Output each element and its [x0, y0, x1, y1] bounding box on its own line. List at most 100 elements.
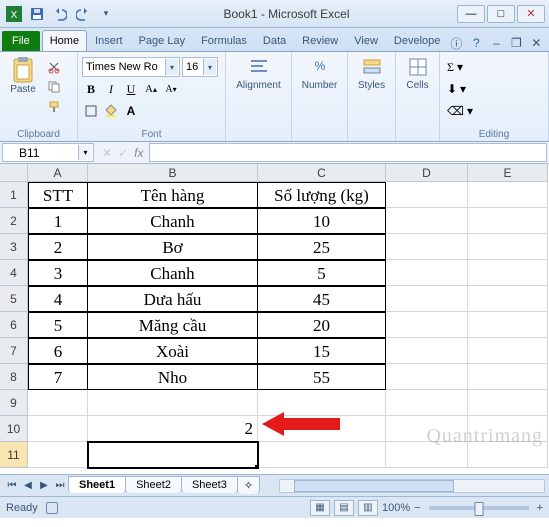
cell[interactable]: 1: [28, 208, 88, 234]
fill-color-icon[interactable]: [102, 101, 120, 121]
col-head-d[interactable]: D: [386, 164, 468, 182]
tab-developer[interactable]: Develope: [386, 30, 448, 51]
horizontal-scrollbar[interactable]: [279, 479, 545, 493]
cell[interactable]: 25: [258, 234, 386, 260]
cell[interactable]: 20: [258, 312, 386, 338]
close-button[interactable]: ✕: [517, 5, 545, 23]
clear-icon[interactable]: ⌫ ▾: [446, 101, 474, 121]
cell[interactable]: Số lượng (kg): [258, 182, 386, 208]
cells-icon[interactable]: [407, 56, 429, 78]
sheet-tab-3[interactable]: Sheet3: [181, 476, 238, 493]
cell[interactable]: Chanh: [88, 208, 258, 234]
tab-insert[interactable]: Insert: [87, 30, 131, 51]
qat-customize-icon[interactable]: ▾: [96, 4, 116, 24]
workbook-restore-icon[interactable]: ❐: [508, 35, 524, 51]
cell[interactable]: [468, 234, 548, 260]
normal-view-icon[interactable]: ▦: [310, 500, 330, 516]
undo-icon[interactable]: [50, 4, 70, 24]
cell[interactable]: [386, 312, 468, 338]
row-head[interactable]: 5: [0, 286, 28, 312]
bold-button[interactable]: B: [82, 79, 100, 99]
zoom-slider[interactable]: [429, 506, 529, 510]
cell[interactable]: 45: [258, 286, 386, 312]
sheet-tab-1[interactable]: Sheet1: [68, 476, 126, 493]
maximize-button[interactable]: □: [487, 5, 515, 23]
redo-icon[interactable]: [73, 4, 93, 24]
cut-icon[interactable]: [45, 58, 63, 76]
autosum-icon[interactable]: Σ ▾: [446, 57, 464, 77]
font-size-combo[interactable]: 16▾: [182, 57, 218, 77]
cell[interactable]: [386, 286, 468, 312]
sheet-nav-next-icon[interactable]: ▶: [36, 478, 52, 494]
cancel-formula-icon[interactable]: ✕: [102, 146, 112, 160]
cell[interactable]: Tên hàng: [88, 182, 258, 208]
alignment-icon[interactable]: [248, 56, 270, 78]
row-head[interactable]: 7: [0, 338, 28, 364]
cell[interactable]: [468, 208, 548, 234]
row-head[interactable]: 4: [0, 260, 28, 286]
page-break-view-icon[interactable]: ▥: [358, 500, 378, 516]
row-head[interactable]: 3: [0, 234, 28, 260]
styles-icon[interactable]: [361, 56, 383, 78]
cell[interactable]: [386, 364, 468, 390]
number-icon[interactable]: %: [309, 56, 331, 78]
zoom-level[interactable]: 100%: [382, 502, 410, 514]
sheet-nav-prev-icon[interactable]: ◀: [20, 478, 36, 494]
cell[interactable]: [468, 260, 548, 286]
cell[interactable]: 2: [28, 234, 88, 260]
page-layout-view-icon[interactable]: ▤: [334, 500, 354, 516]
cell[interactable]: Nho: [88, 364, 258, 390]
cell[interactable]: [88, 390, 258, 416]
cell[interactable]: 5: [258, 260, 386, 286]
cell[interactable]: 10: [258, 208, 386, 234]
font-color-icon[interactable]: A: [122, 101, 140, 121]
cell-b10[interactable]: 2: [88, 416, 258, 442]
cell[interactable]: [468, 312, 548, 338]
border-icon[interactable]: [82, 101, 100, 121]
copy-icon[interactable]: [45, 78, 63, 96]
cell[interactable]: 3: [28, 260, 88, 286]
cell[interactable]: Xoài: [88, 338, 258, 364]
paste-button[interactable]: Paste: [4, 54, 42, 95]
cell[interactable]: STT: [28, 182, 88, 208]
zoom-in-icon[interactable]: +: [537, 502, 543, 514]
col-head-a[interactable]: A: [28, 164, 88, 182]
cell[interactable]: [468, 442, 548, 468]
select-all-corner[interactable]: [0, 164, 28, 182]
cell[interactable]: [468, 390, 548, 416]
cell[interactable]: Bơ: [88, 234, 258, 260]
font-name-combo[interactable]: Times New Ro▾: [82, 57, 180, 77]
cell[interactable]: [468, 286, 548, 312]
row-head[interactable]: 2: [0, 208, 28, 234]
help-icon[interactable]: ?: [468, 35, 484, 51]
minimize-button[interactable]: —: [457, 5, 485, 23]
fx-icon[interactable]: fx: [134, 146, 143, 160]
macro-record-icon[interactable]: [46, 502, 58, 514]
cell[interactable]: [386, 338, 468, 364]
row-head[interactable]: 1: [0, 182, 28, 208]
new-sheet-icon[interactable]: ✧: [237, 476, 260, 494]
cell[interactable]: [468, 364, 548, 390]
cell[interactable]: 6: [28, 338, 88, 364]
cell[interactable]: 5: [28, 312, 88, 338]
col-head-e[interactable]: E: [468, 164, 548, 182]
cell[interactable]: [386, 390, 468, 416]
row-head[interactable]: 11: [0, 442, 28, 468]
cell[interactable]: [28, 442, 88, 468]
tab-formulas[interactable]: Formulas: [193, 30, 255, 51]
cell[interactable]: 4: [28, 286, 88, 312]
cell[interactable]: [468, 416, 548, 442]
formula-input[interactable]: [149, 143, 547, 162]
increase-font-icon[interactable]: A▴: [142, 79, 160, 99]
cell[interactable]: 55: [258, 364, 386, 390]
decrease-font-icon[interactable]: A▾: [162, 79, 180, 99]
cell[interactable]: [386, 442, 468, 468]
tab-data[interactable]: Data: [255, 30, 294, 51]
col-head-b[interactable]: B: [88, 164, 258, 182]
cell[interactable]: [386, 260, 468, 286]
row-head[interactable]: 8: [0, 364, 28, 390]
cell[interactable]: [386, 208, 468, 234]
cell[interactable]: [28, 390, 88, 416]
cell[interactable]: Măng cầu: [88, 312, 258, 338]
sheet-tab-2[interactable]: Sheet2: [125, 476, 182, 493]
